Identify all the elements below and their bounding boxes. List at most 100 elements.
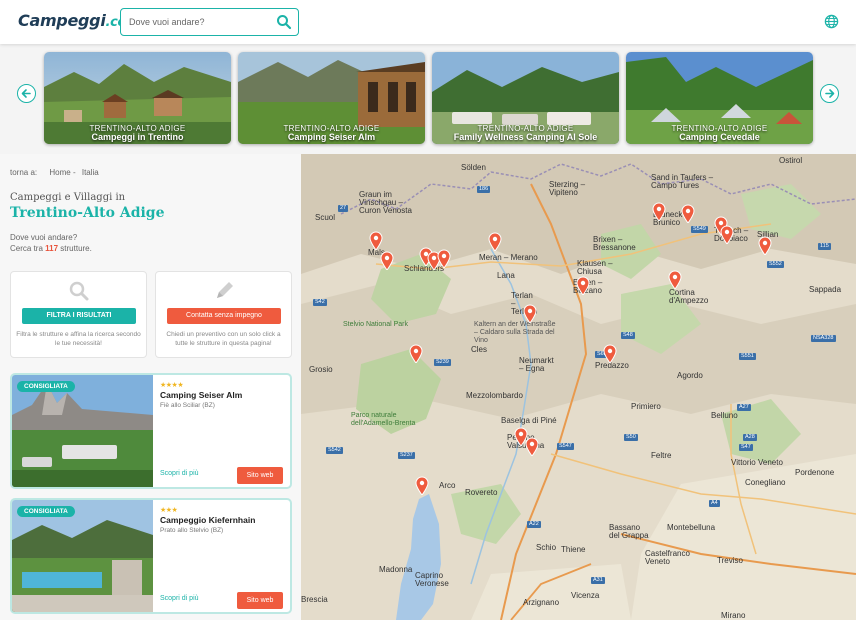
globe-icon[interactable] [824,14,839,29]
listing-card[interactable]: CONSIGLIATA ★★★★ Camping Seiser Alm Fiè … [10,373,292,489]
listing-location: Fiè allo Sciliar (BZ) [160,402,215,409]
listing-photo[interactable]: CONSIGLIATA [12,500,153,612]
star-rating: ★★★ [160,507,178,514]
page-title: Trentino-Alto Adige [10,205,165,221]
road-badge: S48 [621,332,635,339]
map-pin-icon[interactable] [409,344,423,363]
road-badge: A4 [709,500,720,507]
road-badge: S549 [691,226,708,233]
contact-description: Chiedi un preventivo con un solo click a… [166,331,281,347]
recommended-badge: CONSIGLIATA [17,381,75,392]
map-label: Grosio [309,365,333,374]
breadcrumb-italia[interactable]: Italia [82,168,99,177]
contact-box: Contatta senza impegno Chiedi un prevent… [155,271,292,358]
map-pin-icon[interactable] [437,249,451,268]
pencil-icon [217,282,233,298]
count-suffix: strutture. [60,244,92,253]
map-pin-icon[interactable] [369,231,383,250]
listing-name[interactable]: Campeggio Kiefernhain [160,515,255,525]
filter-results-button[interactable]: FILTRA I RISULTATI [22,308,136,324]
map-label: Sölden [461,163,486,172]
arrow-right-icon [825,89,835,98]
magnifier-icon [69,281,89,301]
website-button[interactable]: Sito web [237,592,283,609]
carousel-card-3[interactable]: TRENTINO-ALTO ADIGE Family Wellness Campi… [432,52,619,144]
contact-button[interactable]: Contatta senza impegno [167,308,281,324]
map-label: Rovereto [465,488,498,497]
page-subtitle: Campeggi e Villaggi in [10,192,126,203]
listing-card[interactable]: CONSIGLIATA ★★★ Campeggio Kiefernhain Pr… [10,498,292,614]
carousel-next-button[interactable] [820,84,839,103]
map-pin-icon[interactable] [525,437,539,456]
breadcrumb-prefix: torna a: [10,168,38,177]
carousel-prev-button[interactable] [17,84,36,103]
map-label: Meran – Merano [479,253,538,262]
map-pin-icon[interactable] [720,225,734,244]
map-pin-icon[interactable] [488,232,502,251]
map-label: Primiero [631,402,661,411]
map-pin-icon[interactable] [652,202,666,221]
count-prefix: Cerca tra [10,244,43,253]
results-count: Cerca tra 117 strutture. [10,244,92,253]
listing-location: Prato allo Stelvio (BZ) [160,527,224,534]
card-name: Family Wellness Camping Al Sole [453,132,598,142]
discover-more-link[interactable]: Scopri di più [160,470,199,477]
map-label: Lana [497,271,515,280]
map-pin-icon[interactable] [415,476,429,495]
website-button[interactable]: Sito web [237,467,283,484]
map-pin-icon[interactable] [603,344,617,363]
map-label: Predazzo [595,361,629,370]
listing-name[interactable]: Camping Seiser Alm [160,390,242,400]
map-label: Sand in Taufers – Campo Tures [651,173,714,190]
road-badge: 186 [477,186,491,193]
search-input[interactable] [129,14,269,30]
carousel-card-2[interactable]: TRENTINO-ALTO ADIGE Camping Seiser Alm [238,52,425,144]
search-icon[interactable] [276,14,292,30]
map-pin-icon[interactable] [380,251,394,270]
card-name: Camping Seiser Alm [287,132,376,142]
map-pin-icon[interactable] [681,204,695,223]
breadcrumb-home[interactable]: Home - [49,168,75,177]
map-label: Pordenone [795,468,835,477]
map-label: Conegliano [745,478,786,487]
arrow-left-icon [21,89,31,98]
carousel-card-1[interactable]: TRENTINO-ALTO ADIGE Campeggi in Trentino [44,52,231,144]
map-label: Neumarkt – Egna [519,356,554,373]
road-badge: S547 [557,443,574,450]
map-pin-icon[interactable] [668,270,682,289]
road-badge: S551 [739,353,756,360]
map-label: Brixen – Bressanone [593,235,636,252]
map-label: Schio [536,543,557,552]
filter-description: Filtra le strutture e affina la ricerca … [16,331,141,347]
map-label: Ostirol [779,156,803,165]
map-label: Mirano [721,611,746,620]
map-label: Arzignano [523,598,560,607]
road-badge: S42 [313,299,327,306]
carousel-card-4[interactable]: TRENTINO-ALTO ADIGE Camping Cevedale [626,52,813,144]
map-label: Kaltern an der Weinstraße – Caldaro sull… [474,321,556,344]
map-label: Madonna [379,565,413,574]
results-panel: torna a: Home - Italia Campeggi e Villag… [0,154,301,620]
search-box [120,8,299,36]
count-value: 117 [45,244,59,253]
map-pin-icon[interactable] [523,304,537,323]
filter-box: FILTRA I RISULTATI Filtra le strutture e… [10,271,147,358]
map-label: Brescia [301,595,328,604]
discover-more-link[interactable]: Scopri di più [160,595,199,602]
map[interactable]: Sölden Sterzing – Vipiteno Sand in Taufe… [301,154,856,620]
breadcrumb: torna a: Home - Italia [10,168,103,177]
map-label: Parco naturale dell'Adamello-Brenta [351,412,416,427]
map-label: Klausen – Chiusa [577,259,613,276]
map-pin-icon[interactable] [576,276,590,295]
road-badge: S47 [739,444,753,451]
map-pin-icon[interactable] [758,236,772,255]
map-label: Scuol [315,213,336,222]
road-badge: NSA328 [811,335,836,342]
listing-photo[interactable]: CONSIGLIATA [12,375,153,487]
map-label: Thiene [561,545,586,554]
road-badge: S50 [624,434,638,441]
card-name: Campeggi in Trentino [91,132,184,142]
map-label: Mezzolombardo [466,391,523,400]
map-label: Stelvio National Park [343,321,408,328]
map-label: Arco [439,481,456,490]
